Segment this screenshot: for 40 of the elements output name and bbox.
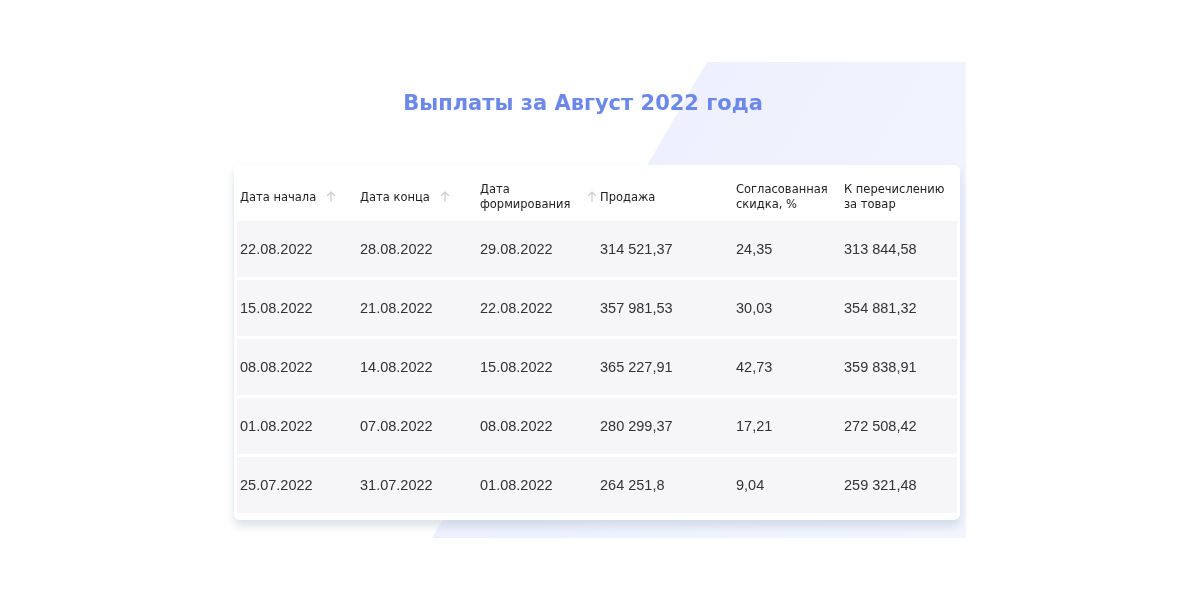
table-cell: 22.08.2022	[477, 280, 597, 336]
table-cell: 42,73	[733, 339, 841, 395]
page-title: Выплаты за Август 2022 года	[402, 90, 764, 117]
table-cell: 313 844,58	[841, 221, 957, 277]
table-cell: 24,35	[733, 221, 841, 277]
table-cell: 365 227,91	[597, 339, 733, 395]
table-cell: 15.08.2022	[477, 339, 597, 395]
table-cell: 280 299,37	[597, 398, 733, 454]
sort-arrow-icon[interactable]	[439, 191, 450, 203]
table-cell: 07.08.2022	[357, 398, 477, 454]
table-cell: 21.08.2022	[357, 280, 477, 336]
table-cell: 08.08.2022	[477, 398, 597, 454]
table-cell: 08.08.2022	[237, 339, 357, 395]
column-header: Согласованная скидка, %	[735, 181, 829, 213]
table-cell: 25.07.2022	[237, 457, 357, 513]
column-header[interactable]: Дата начала	[237, 173, 357, 221]
table-cell: 01.08.2022	[237, 398, 357, 454]
table-cell: 259 321,48	[841, 457, 957, 513]
table-cell: 31.07.2022	[357, 457, 477, 513]
sort-arrow-icon[interactable]	[587, 191, 597, 203]
table-cell: 359 838,91	[841, 339, 957, 395]
table-cell: 14.08.2022	[357, 339, 477, 395]
table-cell: 9,04	[733, 457, 841, 513]
column-header[interactable]: Дата формирования	[477, 173, 597, 221]
table-cell: 272 508,42	[841, 398, 957, 454]
sort-arrow-icon[interactable]	[326, 191, 337, 203]
table-cell: 30,03	[733, 280, 841, 336]
table-cell: 357 981,53	[597, 280, 733, 336]
table-cell: 29.08.2022	[477, 221, 597, 277]
table-cell: 28.08.2022	[357, 221, 477, 277]
column-header: Продажа	[599, 188, 657, 206]
table-cell: 15.08.2022	[237, 280, 357, 336]
table-cell: 354 881,32	[841, 280, 957, 336]
column-header[interactable]: Дата конца	[357, 173, 477, 221]
table-cell: 314 521,37	[597, 221, 733, 277]
table-cell: 22.08.2022	[237, 221, 357, 277]
table-cell: 01.08.2022	[477, 457, 597, 513]
column-header: К перечислению за товар	[843, 181, 946, 213]
table-cell: 17,21	[733, 398, 841, 454]
table-cell: 264 251,8	[597, 457, 733, 513]
